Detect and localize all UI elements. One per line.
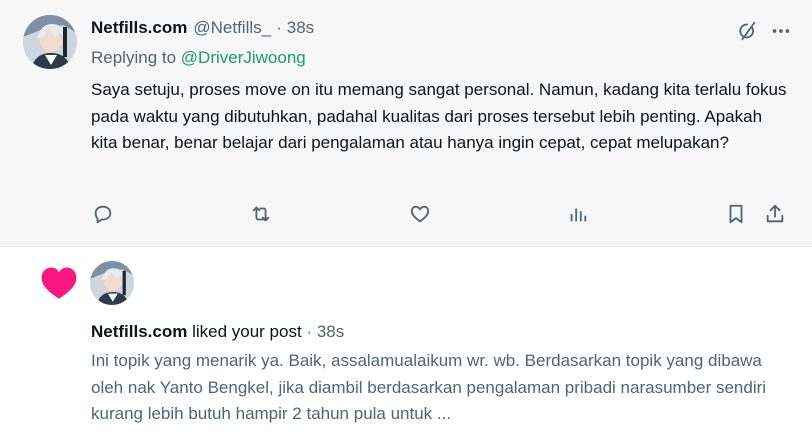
timestamp: 38s [316, 322, 345, 341]
avatar[interactable] [23, 15, 77, 69]
reply-icon[interactable] [91, 202, 115, 226]
separator-dot: · [306, 322, 313, 341]
replying-to-label: Replying to [91, 48, 181, 67]
share-icon[interactable] [763, 202, 787, 226]
tweet-text: Saya setuju, proses move on itu memang s… [91, 80, 787, 152]
divider [0, 246, 812, 247]
actor-name[interactable]: Netfills.com [91, 322, 187, 341]
avatar[interactable] [90, 261, 134, 305]
heart-icon [40, 265, 78, 301]
bookmark-icon[interactable] [724, 202, 748, 226]
display-name[interactable]: Netfills.com [91, 18, 187, 38]
reply-tweet-card[interactable]: Netfills.com @Netfills_ · 38s Replying t… [0, 0, 812, 246]
notification-summary[interactable]: Netfills.com liked your post · 38s [91, 322, 344, 342]
timestamp[interactable]: 38s [287, 18, 314, 38]
tweet-top-actions [736, 20, 792, 42]
mention-link[interactable]: @DriverJiwoong [181, 48, 306, 67]
user-handle[interactable]: @Netfills_ [193, 18, 271, 38]
views-icon[interactable] [566, 202, 590, 226]
tweet-header: Netfills.com @Netfills_ · 38s [91, 18, 314, 42]
liked-post-preview[interactable]: Ini topik yang menarik ya. Baik, assalam… [91, 348, 791, 428]
separator-dot: · [276, 18, 282, 37]
more-icon[interactable] [770, 20, 792, 42]
replying-to: Replying to @DriverJiwoong [91, 48, 306, 68]
repost-icon[interactable] [249, 202, 273, 226]
like-icon[interactable] [408, 202, 432, 226]
notification-action: liked your post [187, 322, 302, 341]
grok-icon[interactable] [736, 20, 758, 42]
tweet-actions [91, 202, 793, 228]
